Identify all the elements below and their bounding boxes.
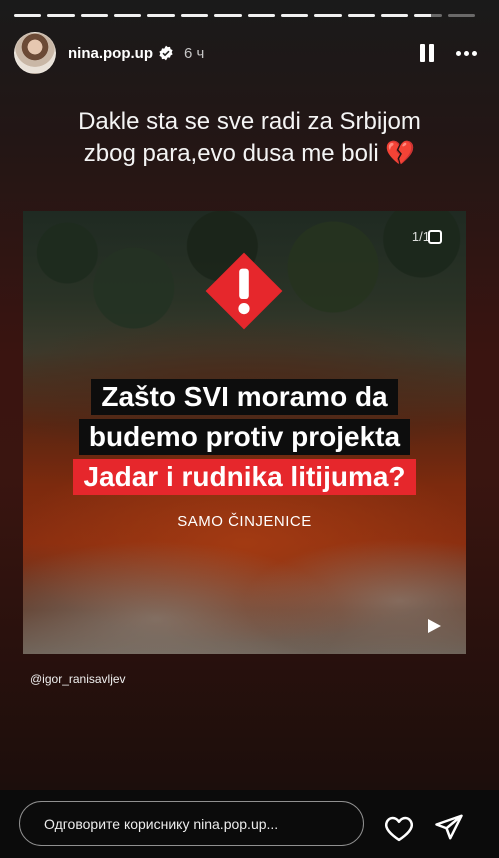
progress-segment — [380, 14, 409, 17]
pause-icon[interactable] — [420, 44, 434, 62]
story-footer: Одговорите кориснику nina.pop.up... — [0, 790, 499, 858]
progress-segment — [47, 14, 75, 17]
headline-line-2: budemo protiv projekta — [78, 419, 411, 455]
progress-segment — [280, 14, 309, 17]
progress-segment — [314, 14, 342, 17]
verified-badge-icon — [159, 45, 173, 61]
carousel-counter: 1/1 — [412, 229, 442, 244]
shared-post-card[interactable]: 1/1 Zašto SVI moramo da budemo protiv pr… — [23, 211, 466, 654]
caption-line-2: zbog para,evo dusa me boli 💔 — [83, 140, 416, 167]
heart-icon[interactable] — [384, 814, 414, 842]
avatar[interactable] — [14, 32, 56, 74]
post-headline: Zašto SVI moramo da budemo protiv projek… — [23, 379, 466, 495]
reply-input[interactable]: Одговорите кориснику nina.pop.up... — [19, 801, 364, 846]
progress-segment — [114, 14, 142, 17]
progress-segment — [214, 14, 242, 17]
headline-line-3: Jadar i rudnika litijuma? — [73, 459, 416, 495]
more-icon[interactable] — [456, 50, 477, 56]
post-time: 6 ч — [183, 44, 205, 62]
progress-segment — [347, 14, 375, 17]
story-header: nina.pop.up 6 ч — [14, 32, 477, 74]
mention-link[interactable]: @igor_ranisavljev — [30, 672, 126, 686]
caption-line-1: Dakle sta se sve radi za Srbijom — [78, 108, 421, 135]
warning-diamond-icon — [205, 252, 283, 330]
progress-segment — [247, 14, 275, 17]
progress-segment — [14, 14, 42, 17]
progress-bar — [14, 14, 476, 17]
headline-line-1: Zašto SVI moramo da — [91, 379, 398, 415]
story-caption: Dakle sta se sve radi za Srbijom zbog pa… — [20, 106, 479, 170]
send-icon[interactable] — [434, 812, 464, 842]
progress-segment — [180, 14, 209, 17]
carousel-icon — [428, 229, 442, 244]
progress-segment — [414, 14, 442, 17]
progress-segment — [447, 14, 476, 17]
progress-segment — [80, 14, 109, 17]
progress-segment — [147, 14, 175, 17]
play-icon[interactable] — [426, 618, 442, 634]
story-viewer[interactable]: nina.pop.up 6 ч Dakle sta se sve radi za… — [0, 0, 499, 790]
username[interactable]: nina.pop.up — [68, 45, 153, 62]
post-subtitle: SAMO ČINJENICE — [177, 513, 312, 530]
